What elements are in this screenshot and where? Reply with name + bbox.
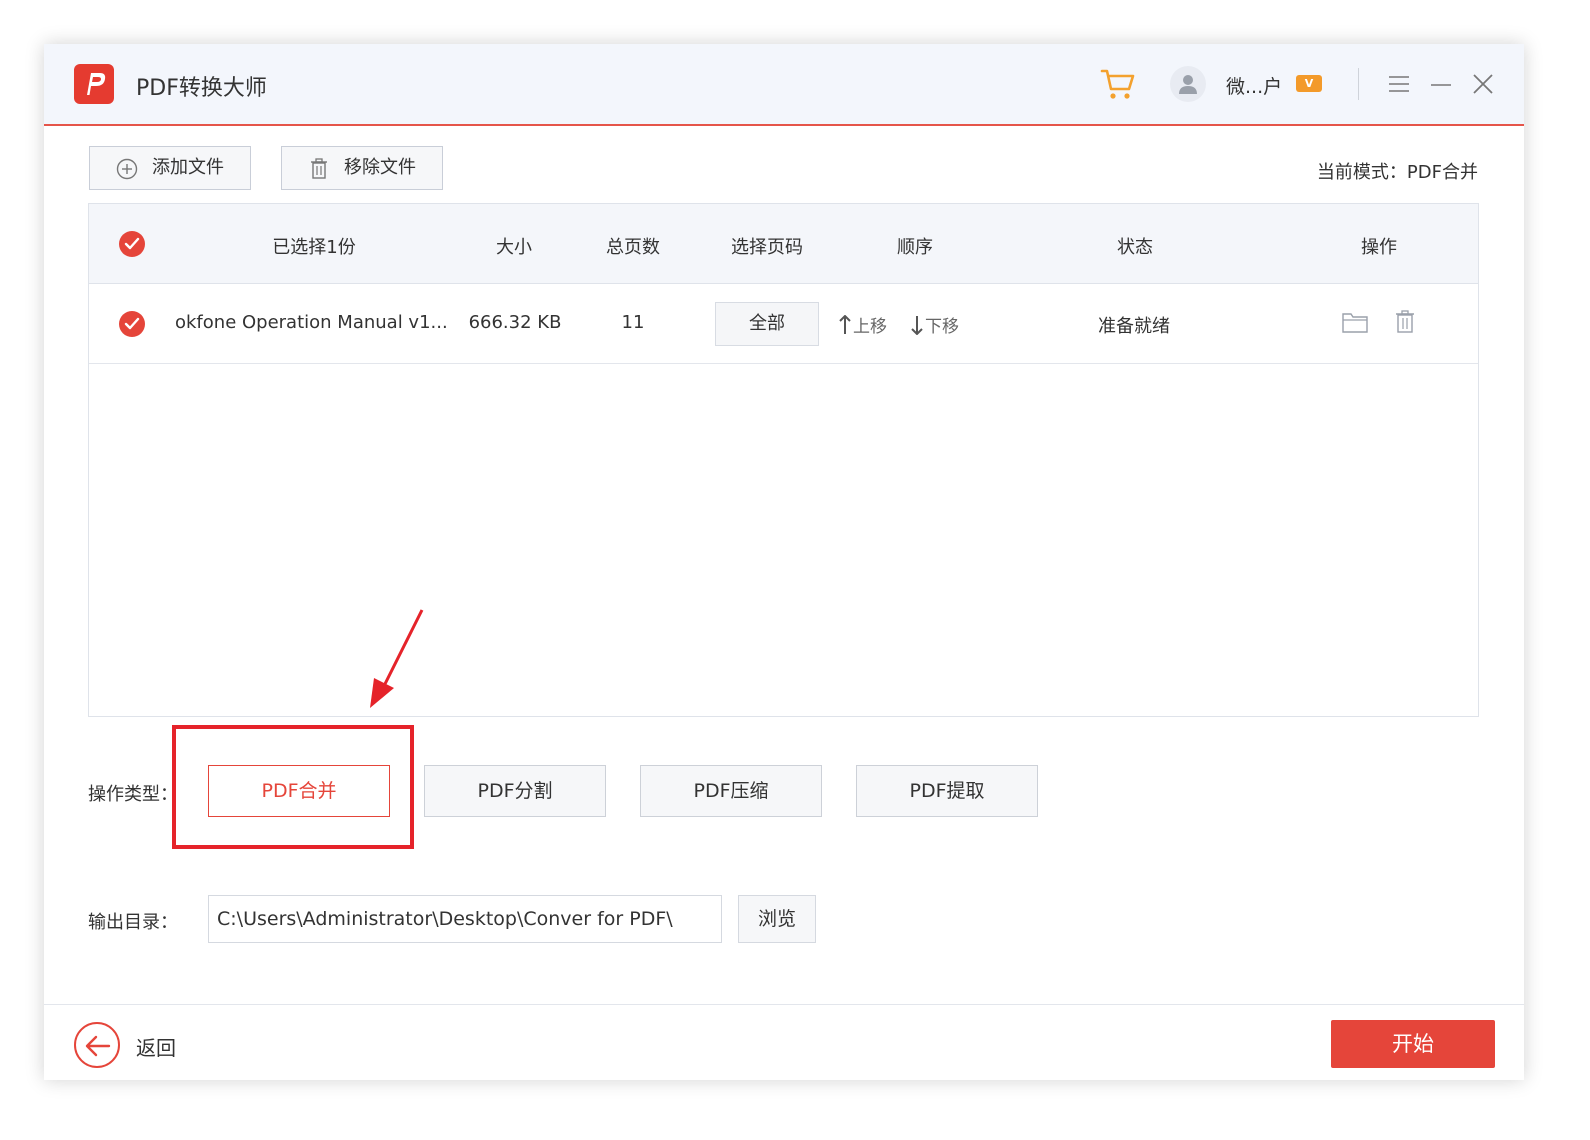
user-name[interactable]: 微...户 [1226, 72, 1282, 99]
remove-file-button[interactable]: 移除文件 [281, 146, 443, 190]
title-bar: PDF转换大师 微...户 V [44, 44, 1524, 126]
table-header: 已选择1份 大小 总页数 选择页码 顺序 状态 操作 [89, 204, 1478, 284]
annotation-arrow-icon [364, 606, 434, 720]
arrow-up-icon [839, 314, 851, 334]
app-title: PDF转换大师 [136, 76, 267, 101]
file-table: 已选择1份 大小 总页数 选择页码 顺序 状态 操作 okfone Operat… [88, 203, 1479, 717]
start-button[interactable]: 开始 [1331, 1020, 1495, 1068]
menu-icon[interactable] [1388, 74, 1410, 98]
app-logo-icon [74, 64, 114, 104]
output-dir-label: 输出目录： [88, 912, 178, 933]
arrow-left-icon [85, 1035, 111, 1057]
app-window: PDF转换大师 微...户 V 添加文件 移除文件 当前模式：PDF合并 已选择… [44, 44, 1524, 1080]
arrow-down-icon [911, 316, 923, 336]
titlebar-divider [1358, 68, 1359, 100]
move-up-label: 上移 [853, 317, 887, 337]
header-size: 大小 [496, 237, 532, 258]
header-pages: 总页数 [606, 237, 660, 258]
add-icon [116, 158, 138, 180]
row-checkbox[interactable] [119, 311, 145, 337]
file-status: 准备就绪 [1098, 316, 1170, 337]
add-file-label: 添加文件 [152, 157, 224, 178]
header-actions: 操作 [1361, 237, 1397, 258]
header-status: 状态 [1117, 237, 1153, 258]
user-avatar[interactable] [1170, 66, 1206, 102]
cart-icon[interactable] [1100, 66, 1136, 106]
minimize-icon[interactable] [1430, 74, 1452, 98]
delete-row-icon[interactable] [1394, 310, 1416, 338]
output-path-input[interactable]: C:\Users\Administrator\Desktop\Conver fo… [208, 895, 722, 943]
back-button[interactable] [74, 1022, 120, 1068]
table-row: okfone Operation Manual v1... 666.32 KB … [89, 284, 1478, 364]
op-compress-button[interactable]: PDF压缩 [640, 765, 822, 817]
header-select-pages: 选择页码 [731, 237, 803, 258]
remove-file-label: 移除文件 [344, 157, 416, 178]
file-size: 666.32 KB [468, 312, 562, 333]
file-name: okfone Operation Manual v1... [175, 312, 448, 333]
select-all-checkbox[interactable] [119, 231, 145, 257]
operation-type-label: 操作类型： [88, 784, 178, 805]
browse-button[interactable]: 浏览 [738, 895, 816, 943]
move-down-label: 下移 [925, 317, 959, 337]
move-up-button[interactable]: 上移 [839, 312, 887, 337]
trash-icon [311, 158, 327, 179]
file-pages: 11 [621, 312, 645, 333]
annotation-highlight-box [172, 725, 414, 849]
footer-divider [44, 1004, 1524, 1005]
move-down-button[interactable]: 下移 [911, 312, 959, 337]
header-order: 顺序 [897, 237, 933, 258]
op-extract-button[interactable]: PDF提取 [856, 765, 1038, 817]
folder-icon[interactable] [1342, 311, 1368, 337]
back-label[interactable]: 返回 [136, 1032, 176, 1061]
current-mode-label: 当前模式：PDF合并 [1316, 162, 1478, 183]
op-split-button[interactable]: PDF分割 [424, 765, 606, 817]
page-select-button[interactable]: 全部 [715, 302, 819, 346]
add-file-button[interactable]: 添加文件 [89, 146, 251, 190]
vip-badge: V [1296, 75, 1322, 92]
header-selected: 已选择1份 [272, 237, 356, 258]
close-icon[interactable] [1472, 73, 1494, 99]
